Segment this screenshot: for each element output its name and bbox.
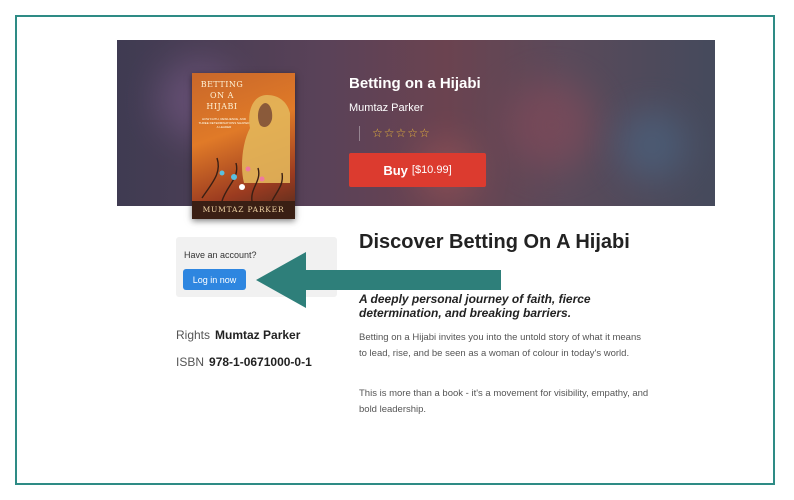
buy-label: Buy <box>383 162 408 178</box>
login-button[interactable]: Log in now <box>183 269 246 290</box>
rights-label: Rights <box>176 328 211 342</box>
hero-bokeh <box>617 110 687 180</box>
rating-stars[interactable]: ☆☆☆☆☆ <box>372 126 431 140</box>
cover-illustration <box>201 95 290 202</box>
hero-bokeh <box>507 80 597 170</box>
buy-button[interactable]: Buy [$10.99] <box>349 153 486 187</box>
book-author[interactable]: Mumtaz Parker <box>349 102 424 114</box>
isbn-value: 978-1-0671000-0-1 <box>209 355 312 369</box>
isbn-row: ISBN 978-1-0671000-0-1 <box>176 355 312 369</box>
description-paragraph-2: This is more than a book - it's a moveme… <box>359 388 649 415</box>
buy-price: [$10.99] <box>411 164 452 176</box>
cover-author: MUMTAZ PARKER <box>192 201 295 219</box>
account-question: Have an account? <box>184 250 257 260</box>
rights-value: Mumtaz Parker <box>215 328 301 342</box>
description-paragraph-1: Betting on a Hijabi invites you into the… <box>359 332 641 359</box>
rating-divider <box>359 126 360 141</box>
book-cover[interactable]: BETTING ON A HIJABI HOW FAITH, RESILIENC… <box>192 73 295 219</box>
isbn-label: ISBN <box>176 355 205 369</box>
rights-row: Rights Mumtaz Parker <box>176 328 300 342</box>
left-arrow-icon <box>256 252 501 308</box>
book-title: Betting on a Hijabi <box>349 75 481 92</box>
